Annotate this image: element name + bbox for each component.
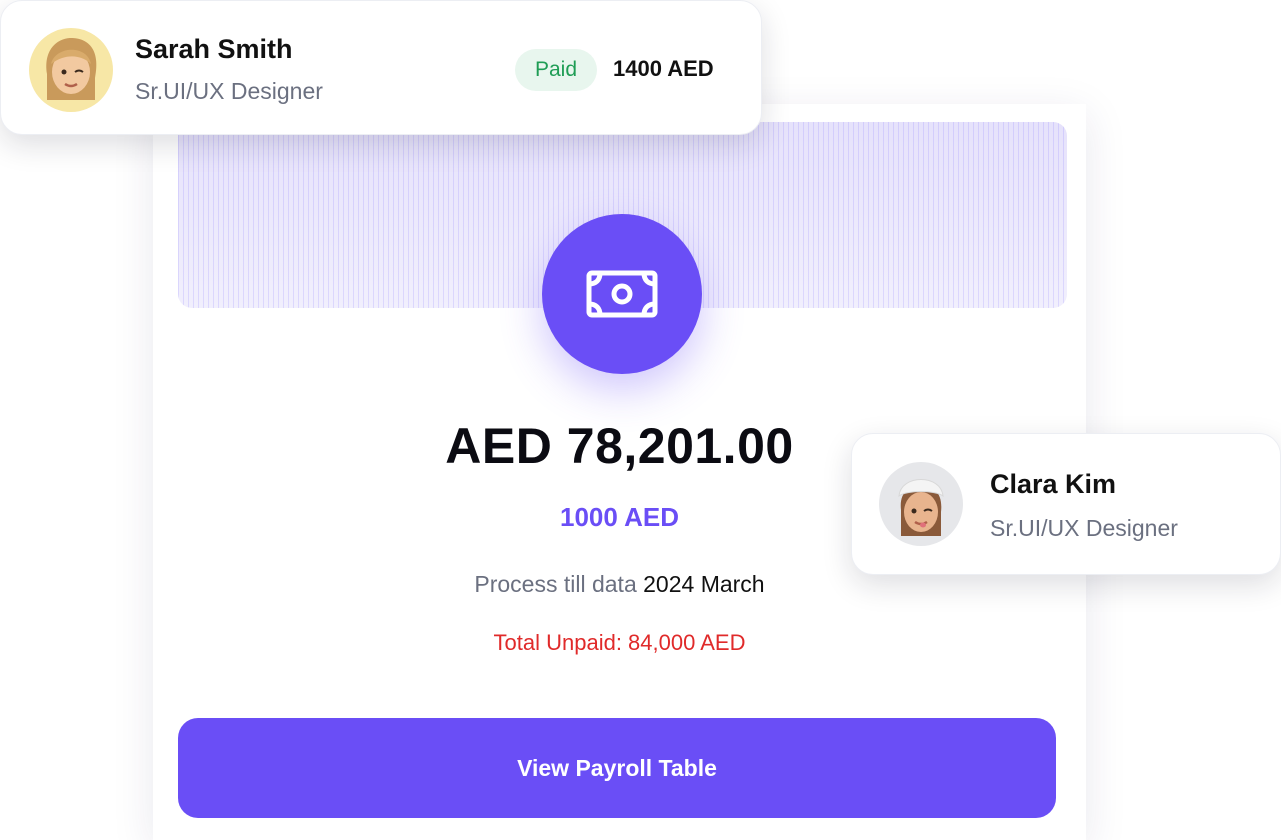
avatar [879, 462, 963, 546]
process-label: Process till data [474, 571, 637, 597]
employee-name: Clara Kim [990, 469, 1117, 499]
payment-amount: 1400 AED [613, 56, 714, 81]
memoji-avatar-icon [46, 38, 97, 100]
employee-name: Sarah Smith [135, 34, 293, 64]
total-unpaid: Total Unpaid: 84,000 AED [493, 630, 746, 655]
view-payroll-table-button[interactable]: View Payroll Table [178, 718, 1056, 818]
employee-role: Sr.UI/UX Designer [135, 78, 323, 104]
money-bill-icon [586, 270, 658, 318]
status-badge: Paid [515, 49, 597, 91]
employee-card-sarah[interactable]: Sarah Smith Sr.UI/UX Designer Paid 1400 … [0, 0, 762, 135]
employee-role: Sr.UI/UX Designer [990, 515, 1178, 541]
process-date-line: Process till data 2024 March [153, 571, 1086, 598]
avatar [29, 28, 113, 112]
money-icon-circle [542, 214, 702, 374]
process-date: 2024 March [643, 571, 765, 597]
memoji-avatar-icon [898, 479, 944, 536]
employee-card-clara[interactable]: Clara Kim Sr.UI/UX Designer [851, 433, 1281, 575]
